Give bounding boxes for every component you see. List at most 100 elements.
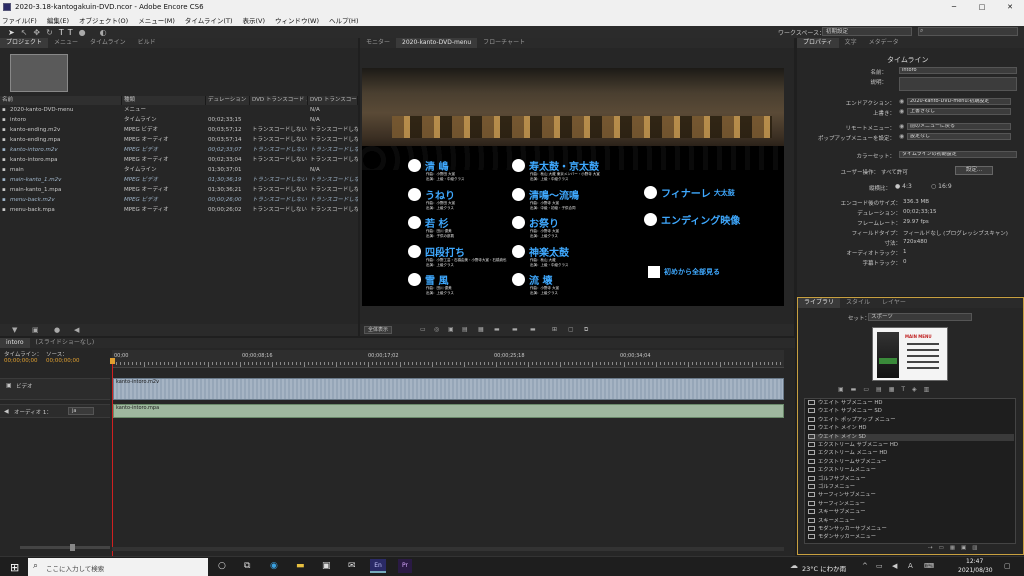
layout-icon[interactable]: ▦ (478, 326, 484, 333)
maximize-button[interactable]: □ (968, 0, 996, 14)
lib-place-icon[interactable]: ⇢ (928, 545, 933, 554)
library-item[interactable]: ウエイト サブメニュー SD (808, 408, 1014, 415)
tab-flowchart[interactable]: フローチャート (477, 38, 531, 48)
tab-project[interactable]: プロジェクト (0, 38, 49, 48)
popup-pickwhip-icon[interactable]: ◉ (899, 133, 904, 140)
menu-view[interactable]: 表示(V) (240, 15, 265, 25)
filter-button-icon[interactable]: ▬ (851, 386, 857, 395)
menu-button[interactable]: うねり (408, 187, 455, 202)
playhead-handle[interactable] (110, 358, 115, 364)
selection-tool-icon[interactable]: ➤ (8, 28, 15, 37)
tab-build[interactable]: ビルド (132, 38, 162, 48)
active-state-icon[interactable]: ▤ (462, 326, 468, 333)
library-item[interactable]: エクストリームメニュー (808, 467, 1014, 474)
settings-button[interactable]: 設定... (955, 166, 993, 175)
vertical-text-tool-icon[interactable]: T (68, 28, 73, 37)
project-row[interactable]: ▪ main タイムライン 01;30;37;01 N/A (0, 166, 358, 174)
filter-other-icon[interactable]: ▥ (924, 386, 930, 395)
delete-icon[interactable]: ● (54, 326, 60, 334)
routing-icon[interactable]: ◎ (434, 326, 439, 333)
lib-replace-icon[interactable]: ▭ (939, 545, 944, 554)
menu-button[interactable]: 清 嶋 (408, 158, 448, 173)
tab-timeline-intoro[interactable]: intoro (0, 338, 30, 348)
new-item-icon[interactable]: ▣ (32, 326, 39, 334)
search-input[interactable] (918, 27, 1018, 36)
project-row[interactable]: ▪ menu-back.mpa MPEG オーディオ 00;00;26;02 トランスコ… (0, 206, 358, 214)
zoom-select[interactable]: 全体表示 (364, 326, 393, 334)
tray-ime-icon[interactable]: A (908, 562, 913, 570)
library-item[interactable]: スキーサブメニュー (808, 509, 1014, 516)
zoom-tool-icon[interactable]: ● (79, 28, 86, 37)
menu-help[interactable]: ヘルプ(H) (327, 15, 358, 25)
filter-replace-icon[interactable]: ◈ (912, 386, 917, 395)
library-item[interactable]: エクストリームサブメニュー (808, 458, 1014, 466)
end-action-select[interactable]: 2020-kanto-DVD-menu:初期設定 (907, 98, 1011, 105)
name-field[interactable]: intoro (899, 67, 1017, 74)
remote-menu-select[interactable]: 前のメニューに戻る (907, 123, 1011, 130)
play-all-button[interactable]: 初めから全部見る (648, 266, 720, 278)
library-item[interactable]: モダンサッカーメニュー (808, 534, 1014, 541)
rotate-tool-icon[interactable]: ↻ (46, 28, 53, 37)
project-row[interactable]: ▪ kanto-ending.m2v MPEG ビデオ 00;03;57;12 トランス… (0, 126, 358, 134)
tray-clock-date[interactable]: 2021/08/30 (958, 567, 993, 574)
project-row[interactable]: ▪ menu-back.m2v MPEG ビデオ 00;00;26;00 トランスコード… (0, 196, 358, 204)
taskbar-search[interactable]: ⌕ ここに入力して検索 (28, 558, 208, 576)
library-item[interactable]: ウエイト サブメニュー HD (808, 400, 1014, 407)
menu-button[interactable]: 寿太鼓・京太鼓 (512, 158, 599, 173)
audio-clip[interactable]: kanto-intoro.mpa (113, 404, 784, 418)
menu-button[interactable]: 神楽太鼓 (512, 244, 569, 259)
close-button[interactable]: ✕ (996, 0, 1024, 14)
remote-pickwhip-icon[interactable]: ◉ (899, 123, 904, 130)
menu-button[interactable]: フィナーレ 大太鼓 (644, 185, 735, 200)
lib-newset-icon[interactable]: ▦ (950, 545, 955, 554)
tab-properties[interactable]: プロパティ (797, 38, 839, 48)
store-icon[interactable]: ▣ (322, 561, 331, 571)
timecode-current[interactable]: 00;00;00;00 (4, 358, 38, 364)
library-item[interactable]: スキーメニュー (808, 517, 1014, 525)
filter-menu-icon[interactable]: ▣ (838, 386, 844, 395)
menu-button[interactable]: お祭り (512, 215, 559, 230)
override-select[interactable]: 上書きなし (907, 108, 1011, 115)
link2-icon[interactable]: ▬ (512, 326, 518, 333)
library-item[interactable]: ゴルフメニュー (808, 484, 1014, 491)
workspace-select[interactable]: 初期設定 (822, 27, 912, 36)
move-tool-icon[interactable]: ✥ (33, 28, 40, 37)
project-row[interactable]: ▪ main-kanto_1.m2v MPEG ビデオ 01;30;36;19 トランス… (0, 176, 358, 184)
subpicture-icon[interactable]: ▣ (448, 326, 454, 333)
project-row[interactable]: ▪ main-kanto_1.mpa MPEG オーディオ 01;30;36;21 トラ… (0, 186, 358, 194)
safe-area-icon[interactable]: ▭ (420, 326, 426, 333)
description-field[interactable] (899, 77, 1017, 91)
filter-image-icon[interactable]: ▭ (863, 386, 869, 395)
tray-volume-icon[interactable]: ◀ (892, 562, 897, 570)
tray-keyboard-icon[interactable]: ⌨ (924, 562, 934, 570)
timeline-hscroll[interactable] (112, 547, 784, 551)
timeline-zoom-slider[interactable] (20, 544, 110, 551)
link-icon[interactable]: ▬ (494, 326, 500, 333)
aspect-169-radio[interactable]: ○ 16:9 (931, 183, 952, 190)
tab-menus[interactable]: メニュー (48, 38, 84, 48)
menu-button[interactable]: 流 壊 (512, 272, 552, 287)
scroll-left-icon[interactable]: ◀ (74, 326, 79, 334)
library-item[interactable]: エクストリーム メニュー HD (808, 450, 1014, 457)
project-row[interactable]: ▪ intoro タイムライン 00;02;33;15 N/A (0, 116, 358, 124)
menu-object[interactable]: オブジェクト(O) (77, 15, 128, 25)
tab-menu-editor[interactable]: 2020-kanto-DVD-menu (396, 38, 478, 48)
menu-edit[interactable]: 編集(E) (45, 15, 69, 25)
task-view-icon[interactable]: ⧉ (244, 561, 250, 571)
explorer-icon[interactable]: ▬ (296, 561, 305, 571)
cortana-icon[interactable]: ○ (218, 561, 226, 571)
preview-icon[interactable]: ◐ (100, 28, 107, 37)
set-select[interactable]: スポーツ (868, 313, 972, 321)
col-name[interactable]: 名前 (0, 96, 122, 105)
project-row[interactable]: ▪ kanto-intoro.mpa MPEG オーディオ 00;02;33;04 トラ… (0, 156, 358, 164)
premiere-app-icon[interactable]: Pr (398, 559, 412, 573)
timecode-source[interactable]: 00;00;00;00 (46, 358, 80, 364)
library-item[interactable]: ウエイト ポップアップ メニュー (808, 416, 1014, 424)
weather-text[interactable]: 23°C にわか雨 (802, 563, 846, 573)
menu-timeline[interactable]: タイムライン(T) (183, 15, 233, 25)
speaker-icon[interactable]: ◀ (4, 408, 9, 415)
library-item[interactable]: ウエイト メイン HD (808, 425, 1014, 432)
col-type[interactable]: 種類 (122, 96, 206, 105)
project-row[interactable]: ▪ 2020-kanto-DVD-menu メニュー N/A (0, 106, 358, 114)
tab-library[interactable]: ライブラリ (798, 298, 841, 308)
